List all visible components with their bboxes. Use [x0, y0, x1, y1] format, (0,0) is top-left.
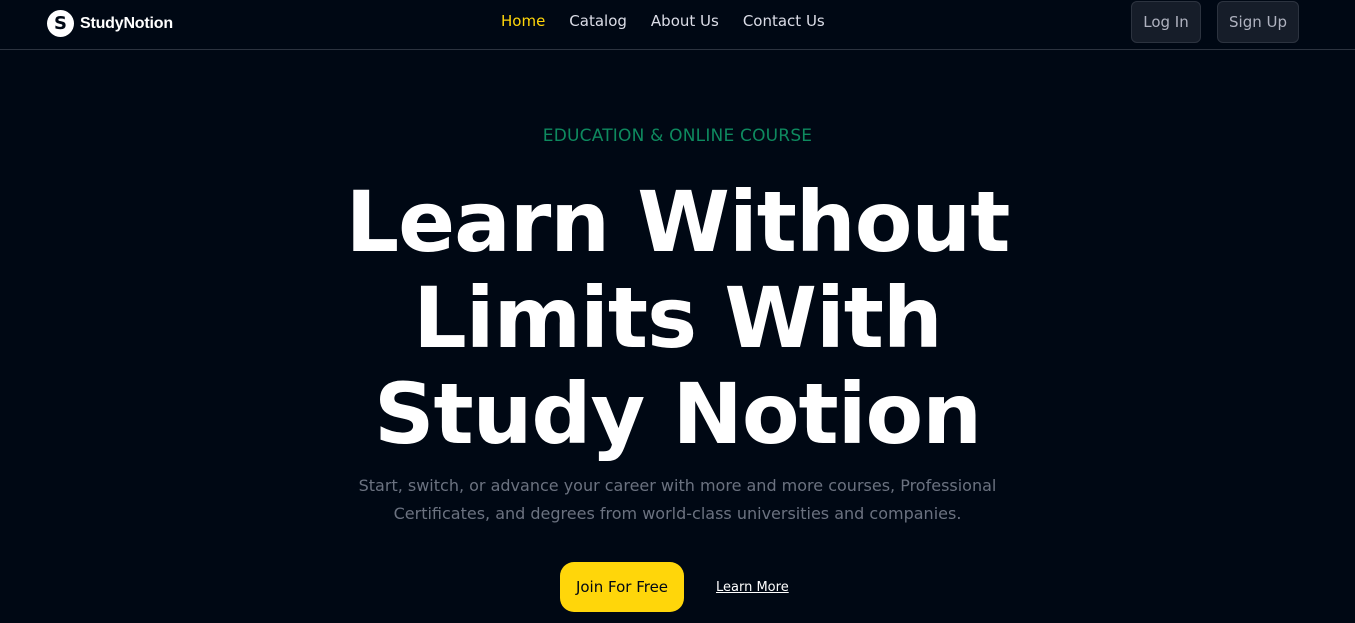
join-for-free-button[interactable]: Join For Free: [560, 562, 684, 612]
hero-headline: Learn Without Limits With Study Notion: [0, 174, 1355, 462]
nav-link-catalog[interactable]: Catalog: [569, 12, 627, 30]
brand-name: StudyNotion: [80, 14, 173, 32]
login-button[interactable]: Log In: [1131, 1, 1201, 43]
logo[interactable]: S StudyNotion: [47, 10, 173, 37]
top-navbar: S StudyNotion Home Catalog About Us Cont…: [0, 0, 1355, 50]
subtext-line-1: Start, switch, or advance your career wi…: [358, 476, 997, 495]
hero-subtext: Start, switch, or advance your career wi…: [0, 472, 1355, 528]
learn-more-link[interactable]: Learn More: [716, 580, 789, 595]
headline-line-2: Limits With: [413, 269, 942, 367]
headline-line-1: Learn Without: [345, 173, 1011, 271]
signup-button[interactable]: Sign Up: [1217, 1, 1299, 43]
nav-link-contact-us[interactable]: Contact Us: [743, 12, 825, 30]
hero-kicker: EDUCATION & ONLINE COURSE: [542, 126, 813, 146]
cta-row: Join For Free Learn More: [560, 562, 789, 612]
hero-section: EDUCATION & ONLINE COURSE Learn Without …: [0, 50, 1355, 623]
main-nav: Home Catalog About Us Contact Us: [501, 12, 825, 30]
nav-link-home[interactable]: Home: [501, 12, 545, 30]
headline-line-3: Study Notion: [373, 365, 982, 463]
nav-link-about-us[interactable]: About Us: [651, 12, 719, 30]
subtext-line-2: Certificates, and degrees from world-cla…: [393, 504, 962, 523]
studynotion-logo-icon: S: [47, 10, 74, 37]
